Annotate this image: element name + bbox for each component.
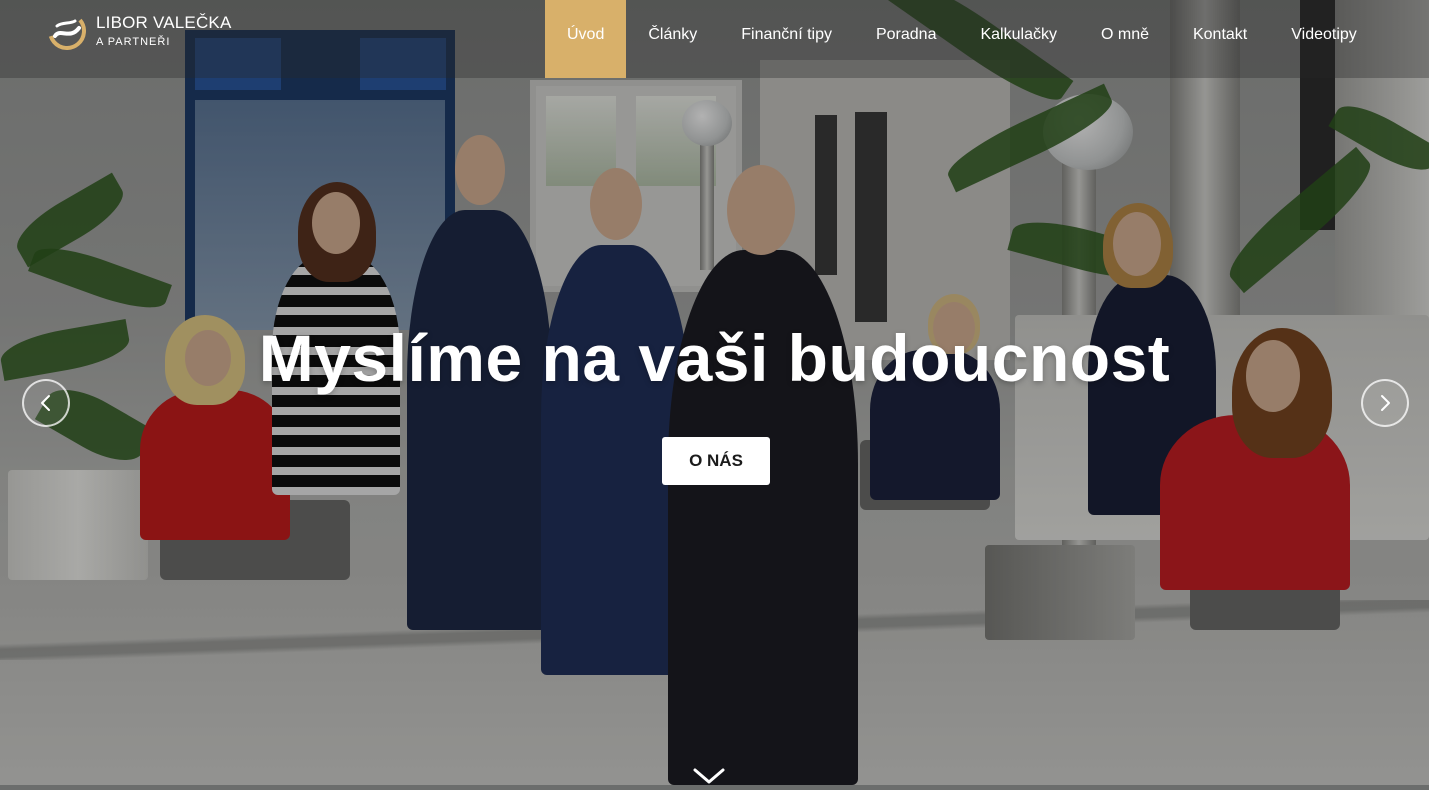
- logo-link[interactable]: LIBOR VALEČKA A PARTNEŘI: [48, 12, 232, 50]
- main-nav: Úvod Články Finanční tipy Poradna Kalkul…: [545, 0, 1379, 78]
- logo-text: LIBOR VALEČKA A PARTNEŘI: [96, 14, 232, 48]
- nav-item-poradna[interactable]: Poradna: [854, 0, 959, 78]
- chevron-left-icon: [41, 395, 50, 411]
- brand-subtitle: A PARTNEŘI: [96, 36, 171, 48]
- site-header: LIBOR VALEČKA A PARTNEŘI Úvod Články Fin…: [0, 0, 1429, 78]
- about-us-button[interactable]: O NÁS: [662, 437, 770, 485]
- nav-item-kalkulacky[interactable]: Kalkulačky: [958, 0, 1078, 78]
- nav-item-clanky[interactable]: Články: [626, 0, 719, 78]
- nav-item-financni-tipy[interactable]: Finanční tipy: [719, 0, 854, 78]
- nav-item-uvod[interactable]: Úvod: [545, 0, 627, 78]
- scroll-down-button[interactable]: [692, 764, 726, 785]
- nav-item-o-mne[interactable]: O mně: [1079, 0, 1171, 78]
- nav-item-videotipy[interactable]: Videotipy: [1269, 0, 1379, 78]
- slider-next-button[interactable]: [1361, 379, 1409, 427]
- brand-name: LIBOR VALEČKA: [96, 13, 232, 32]
- nav-item-kontakt[interactable]: Kontakt: [1171, 0, 1269, 78]
- chevron-right-icon: [1381, 395, 1390, 411]
- swirl-logo-icon: [48, 12, 86, 50]
- chevron-down-icon: [693, 768, 725, 784]
- hero-headline: Myslíme na vaši budoucnost: [258, 321, 1171, 395]
- slider-prev-button[interactable]: [22, 379, 70, 427]
